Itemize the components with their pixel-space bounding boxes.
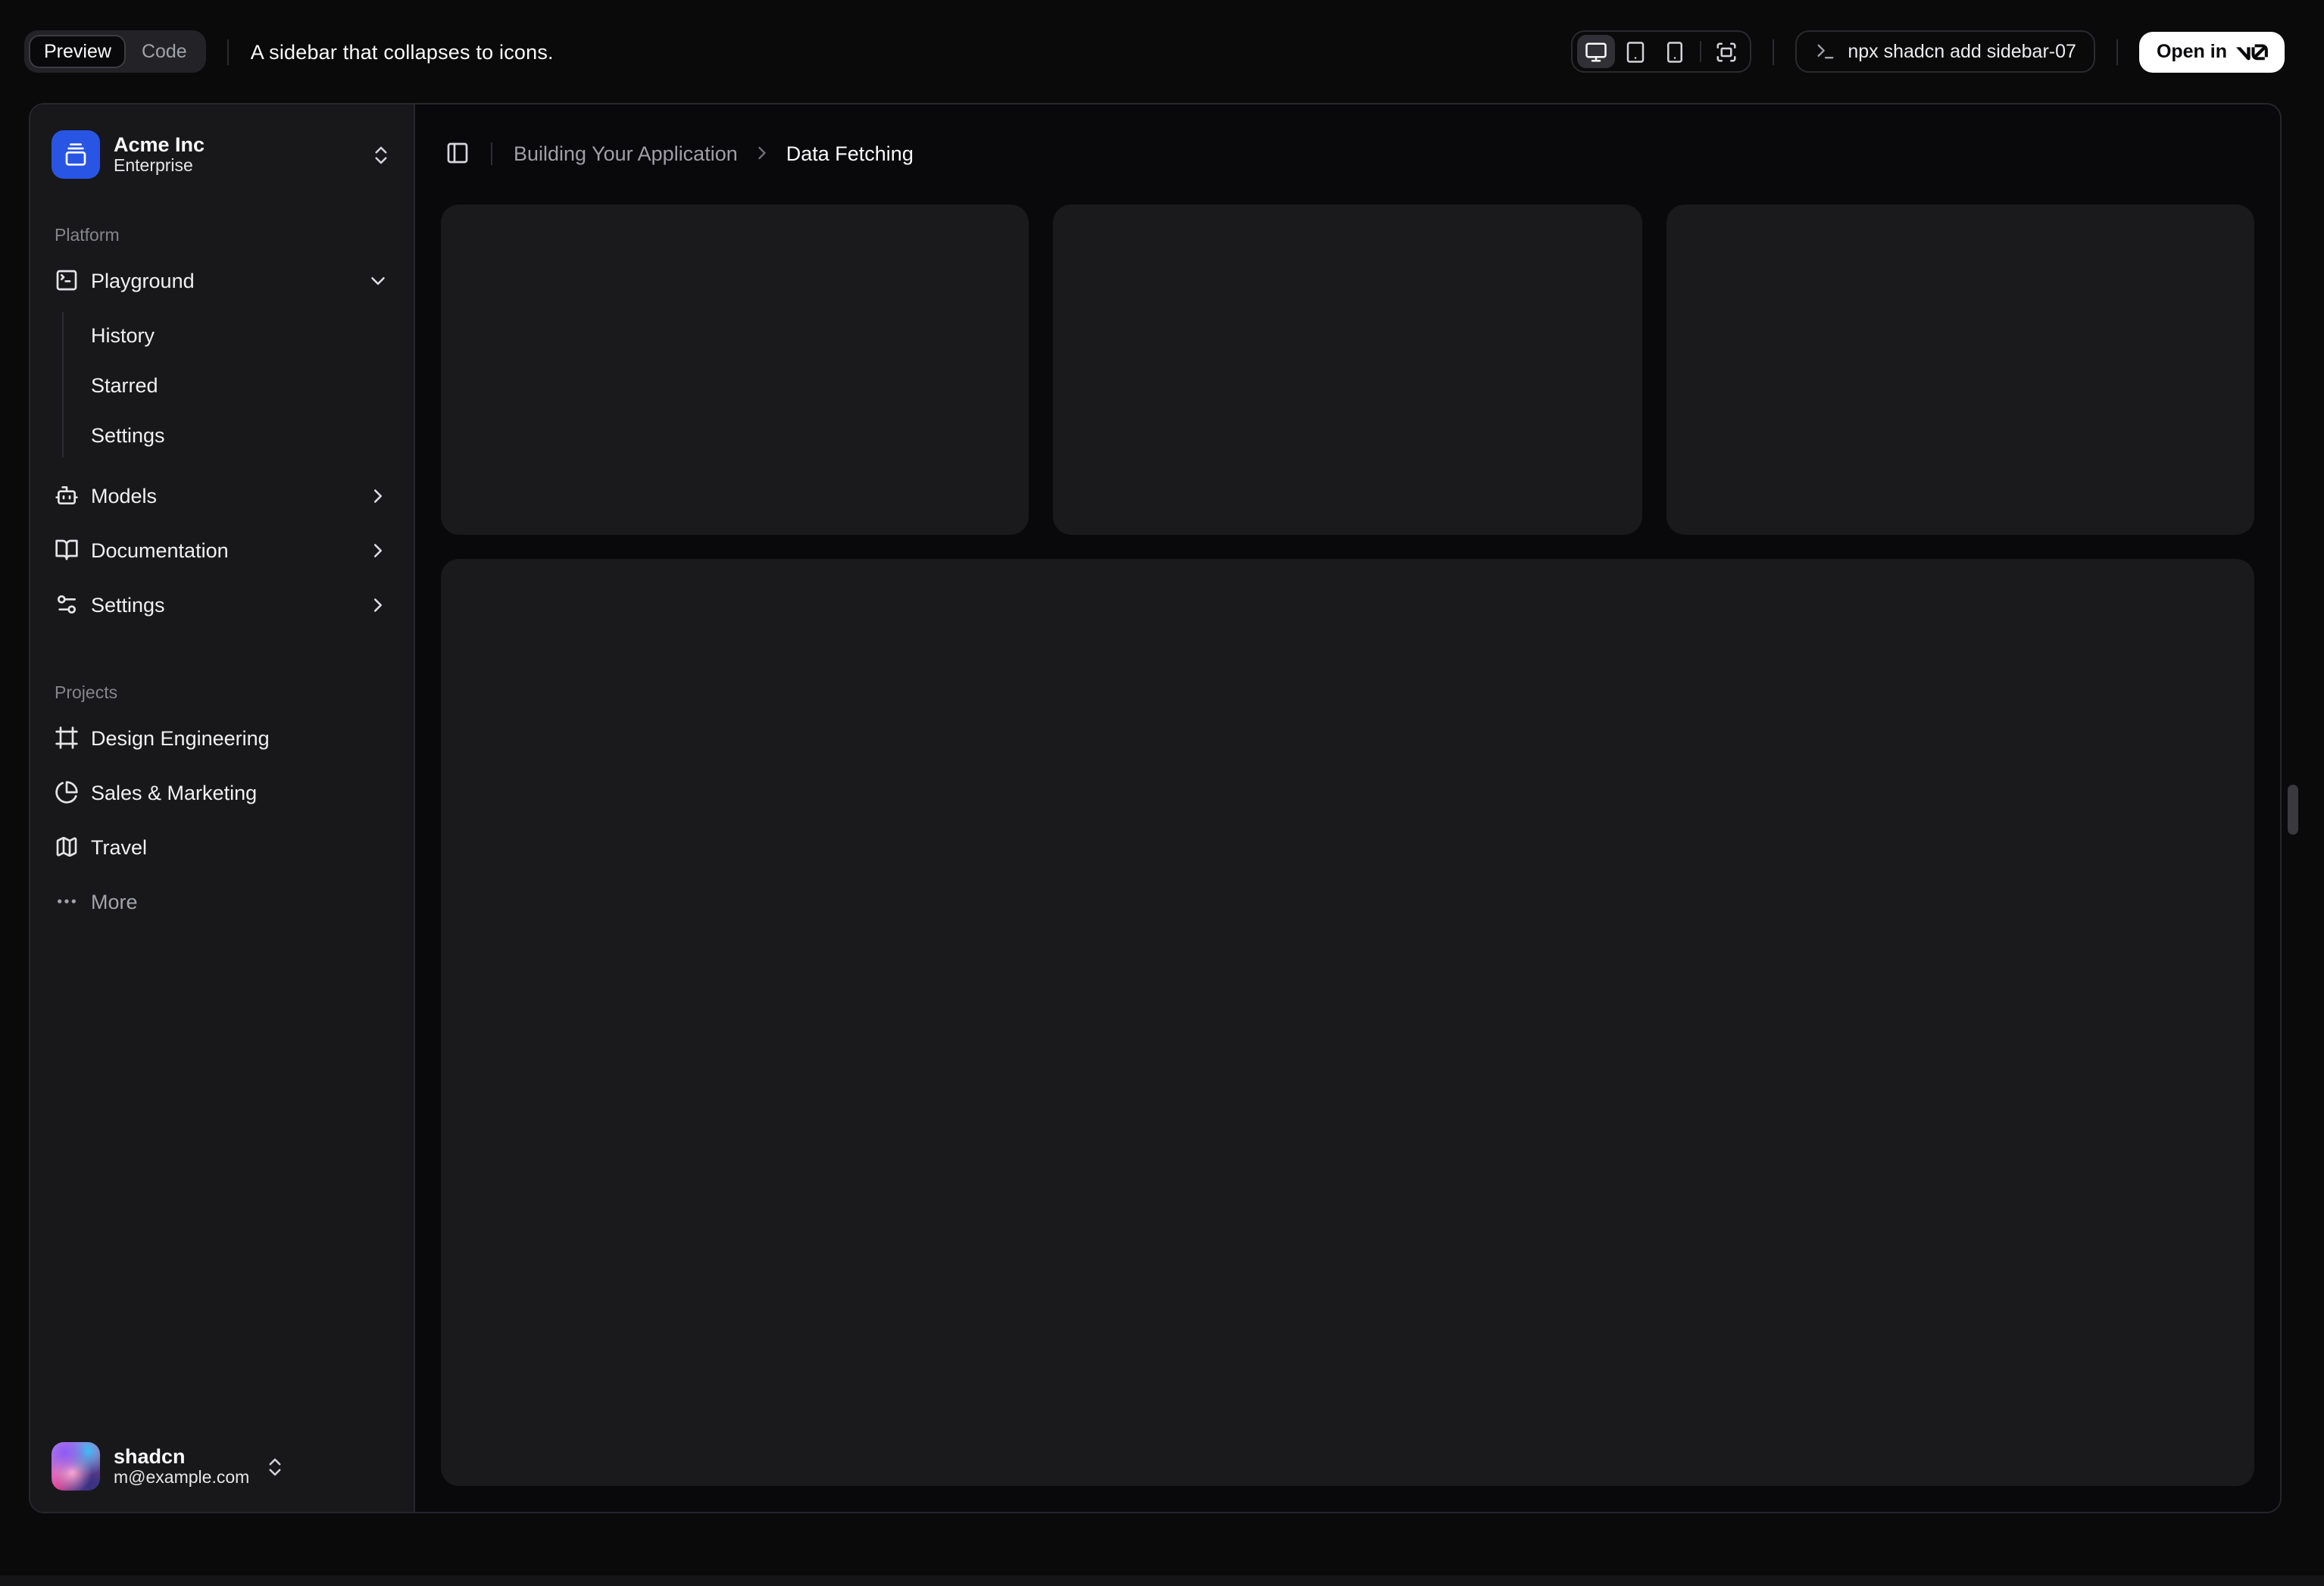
tablet-view-button[interactable] bbox=[1616, 35, 1654, 68]
placeholder-card-grid bbox=[441, 204, 2254, 535]
view-tabs: Preview Code bbox=[24, 30, 207, 73]
header-separator bbox=[491, 142, 492, 164]
map-icon bbox=[55, 835, 79, 859]
sidebar-item-label: Sales & Marketing bbox=[91, 781, 258, 804]
content-header: Building Your Application Data Fetching bbox=[415, 105, 2280, 201]
device-size-toggle-group bbox=[1570, 30, 1751, 73]
app-sidebar: Acme Inc Enterprise Platform Playground bbox=[30, 105, 415, 1512]
preview-panel: Acme Inc Enterprise Platform Playground bbox=[29, 103, 2282, 1513]
window-bottom-edge bbox=[0, 1575, 2324, 1586]
v0-logo-icon bbox=[2236, 43, 2268, 60]
frame-icon bbox=[55, 726, 79, 750]
playground-submenu: History Starred Settings bbox=[62, 312, 401, 457]
fullscreen-button[interactable] bbox=[1707, 35, 1745, 68]
sidebar-subitem-settings[interactable]: Settings bbox=[64, 412, 401, 457]
block-description: A sidebar that collapses to icons. bbox=[250, 40, 554, 63]
chevron-down-icon bbox=[367, 269, 389, 292]
sidebar-item-label: Documentation bbox=[91, 539, 229, 561]
user-email: m@example.com bbox=[114, 1469, 250, 1487]
sidebar-group-label-platform: Platform bbox=[55, 227, 120, 245]
smartphone-icon bbox=[1663, 40, 1685, 63]
block-viewer: Preview Code A sidebar that collapses to… bbox=[0, 0, 2324, 1586]
sidebar-item-documentation[interactable]: Documentation bbox=[42, 527, 401, 573]
toolbar-right: npx shadcn add sidebar-07 Open in bbox=[1570, 30, 2285, 73]
monitor-icon bbox=[1584, 40, 1607, 63]
sidebar-item-travel[interactable]: Travel bbox=[42, 824, 401, 869]
toolbar-separator bbox=[227, 39, 230, 64]
pie-chart-icon bbox=[55, 780, 79, 804]
team-plan: Enterprise bbox=[114, 157, 193, 175]
chevron-right-icon bbox=[367, 593, 389, 616]
chevron-right-icon bbox=[367, 539, 389, 561]
platform-nav: Playground History Starred Settings Mode… bbox=[42, 258, 401, 627]
user-name: shadcn bbox=[114, 1444, 186, 1467]
sidebar-item-label: Models bbox=[91, 484, 158, 507]
sidebar-group-label-projects: Projects bbox=[55, 685, 118, 703]
placeholder-panel bbox=[441, 559, 2254, 1486]
terminal-icon bbox=[1814, 41, 1835, 62]
sidebar-item-label: Playground bbox=[91, 269, 195, 292]
sidebar-subitem-history[interactable]: History bbox=[64, 312, 401, 357]
sliders-icon bbox=[55, 592, 79, 617]
breadcrumb-parent-link[interactable]: Building Your Application bbox=[514, 142, 738, 164]
breadcrumb: Building Your Application Data Fetching bbox=[514, 142, 914, 164]
toolbar-separator bbox=[2116, 39, 2119, 64]
scrollbar-thumb[interactable] bbox=[2288, 785, 2298, 835]
main-content: Building Your Application Data Fetching bbox=[415, 105, 2280, 1512]
chevron-right-icon bbox=[367, 484, 389, 507]
content-body bbox=[415, 201, 2280, 1512]
user-avatar bbox=[52, 1442, 100, 1491]
placeholder-card bbox=[1053, 204, 1642, 535]
book-open-icon bbox=[55, 538, 79, 562]
toolbar: Preview Code A sidebar that collapses to… bbox=[0, 0, 2324, 103]
team-logo bbox=[52, 130, 100, 179]
sidebar-item-more[interactable]: More bbox=[42, 879, 401, 924]
sidebar-subitem-starred[interactable]: Starred bbox=[64, 362, 401, 407]
sidebar-item-settings[interactable]: Settings bbox=[42, 582, 401, 627]
install-command-text: npx shadcn add sidebar-07 bbox=[1848, 41, 2076, 62]
team-name: Acme Inc bbox=[114, 133, 205, 155]
bot-icon bbox=[55, 483, 79, 507]
panel-left-icon bbox=[445, 141, 470, 165]
team-switcher-button[interactable]: Acme Inc Enterprise bbox=[42, 121, 401, 188]
open-in-label: Open in bbox=[2156, 41, 2227, 62]
user-menu-button[interactable]: shadcn m@example.com bbox=[42, 1433, 295, 1500]
sidebar-item-design-engineering[interactable]: Design Engineering bbox=[42, 715, 401, 760]
tab-preview[interactable]: Preview bbox=[29, 35, 127, 68]
toolbar-separator bbox=[1772, 39, 1774, 64]
sidebar-item-label: More bbox=[91, 890, 138, 913]
placeholder-card bbox=[1666, 204, 2254, 535]
desktop-view-button[interactable] bbox=[1576, 35, 1615, 68]
placeholder-card bbox=[441, 204, 1029, 535]
ellipsis-icon bbox=[55, 889, 79, 913]
fullscreen-icon bbox=[1714, 40, 1737, 63]
sidebar-item-sales-marketing[interactable]: Sales & Marketing bbox=[42, 770, 401, 815]
device-group-separator bbox=[1699, 41, 1701, 62]
breadcrumb-current-page: Data Fetching bbox=[786, 142, 914, 164]
gallery-vertical-end-icon bbox=[64, 142, 88, 167]
tab-code[interactable]: Code bbox=[127, 35, 202, 68]
sidebar-item-label: Design Engineering bbox=[91, 726, 270, 749]
sidebar-footer: shadcn m@example.com bbox=[30, 1433, 414, 1500]
phone-view-button[interactable] bbox=[1655, 35, 1693, 68]
sidebar-toggle-button[interactable] bbox=[439, 135, 476, 171]
chevrons-up-down-icon bbox=[263, 1455, 286, 1478]
sidebar-item-models[interactable]: Models bbox=[42, 473, 401, 518]
tablet-icon bbox=[1623, 40, 1646, 63]
install-command-button[interactable]: npx shadcn add sidebar-07 bbox=[1795, 30, 2096, 73]
chevron-right-icon bbox=[751, 142, 773, 164]
sidebar-item-label: Settings bbox=[91, 593, 165, 616]
open-in-v0-button[interactable]: Open in bbox=[2139, 31, 2285, 72]
square-terminal-icon bbox=[55, 268, 79, 292]
sidebar-item-playground[interactable]: Playground bbox=[42, 258, 401, 303]
chevrons-up-down-icon bbox=[370, 143, 392, 166]
sidebar-item-label: Travel bbox=[91, 835, 148, 858]
projects-nav: Design Engineering Sales & Marketing Tra… bbox=[42, 715, 401, 924]
